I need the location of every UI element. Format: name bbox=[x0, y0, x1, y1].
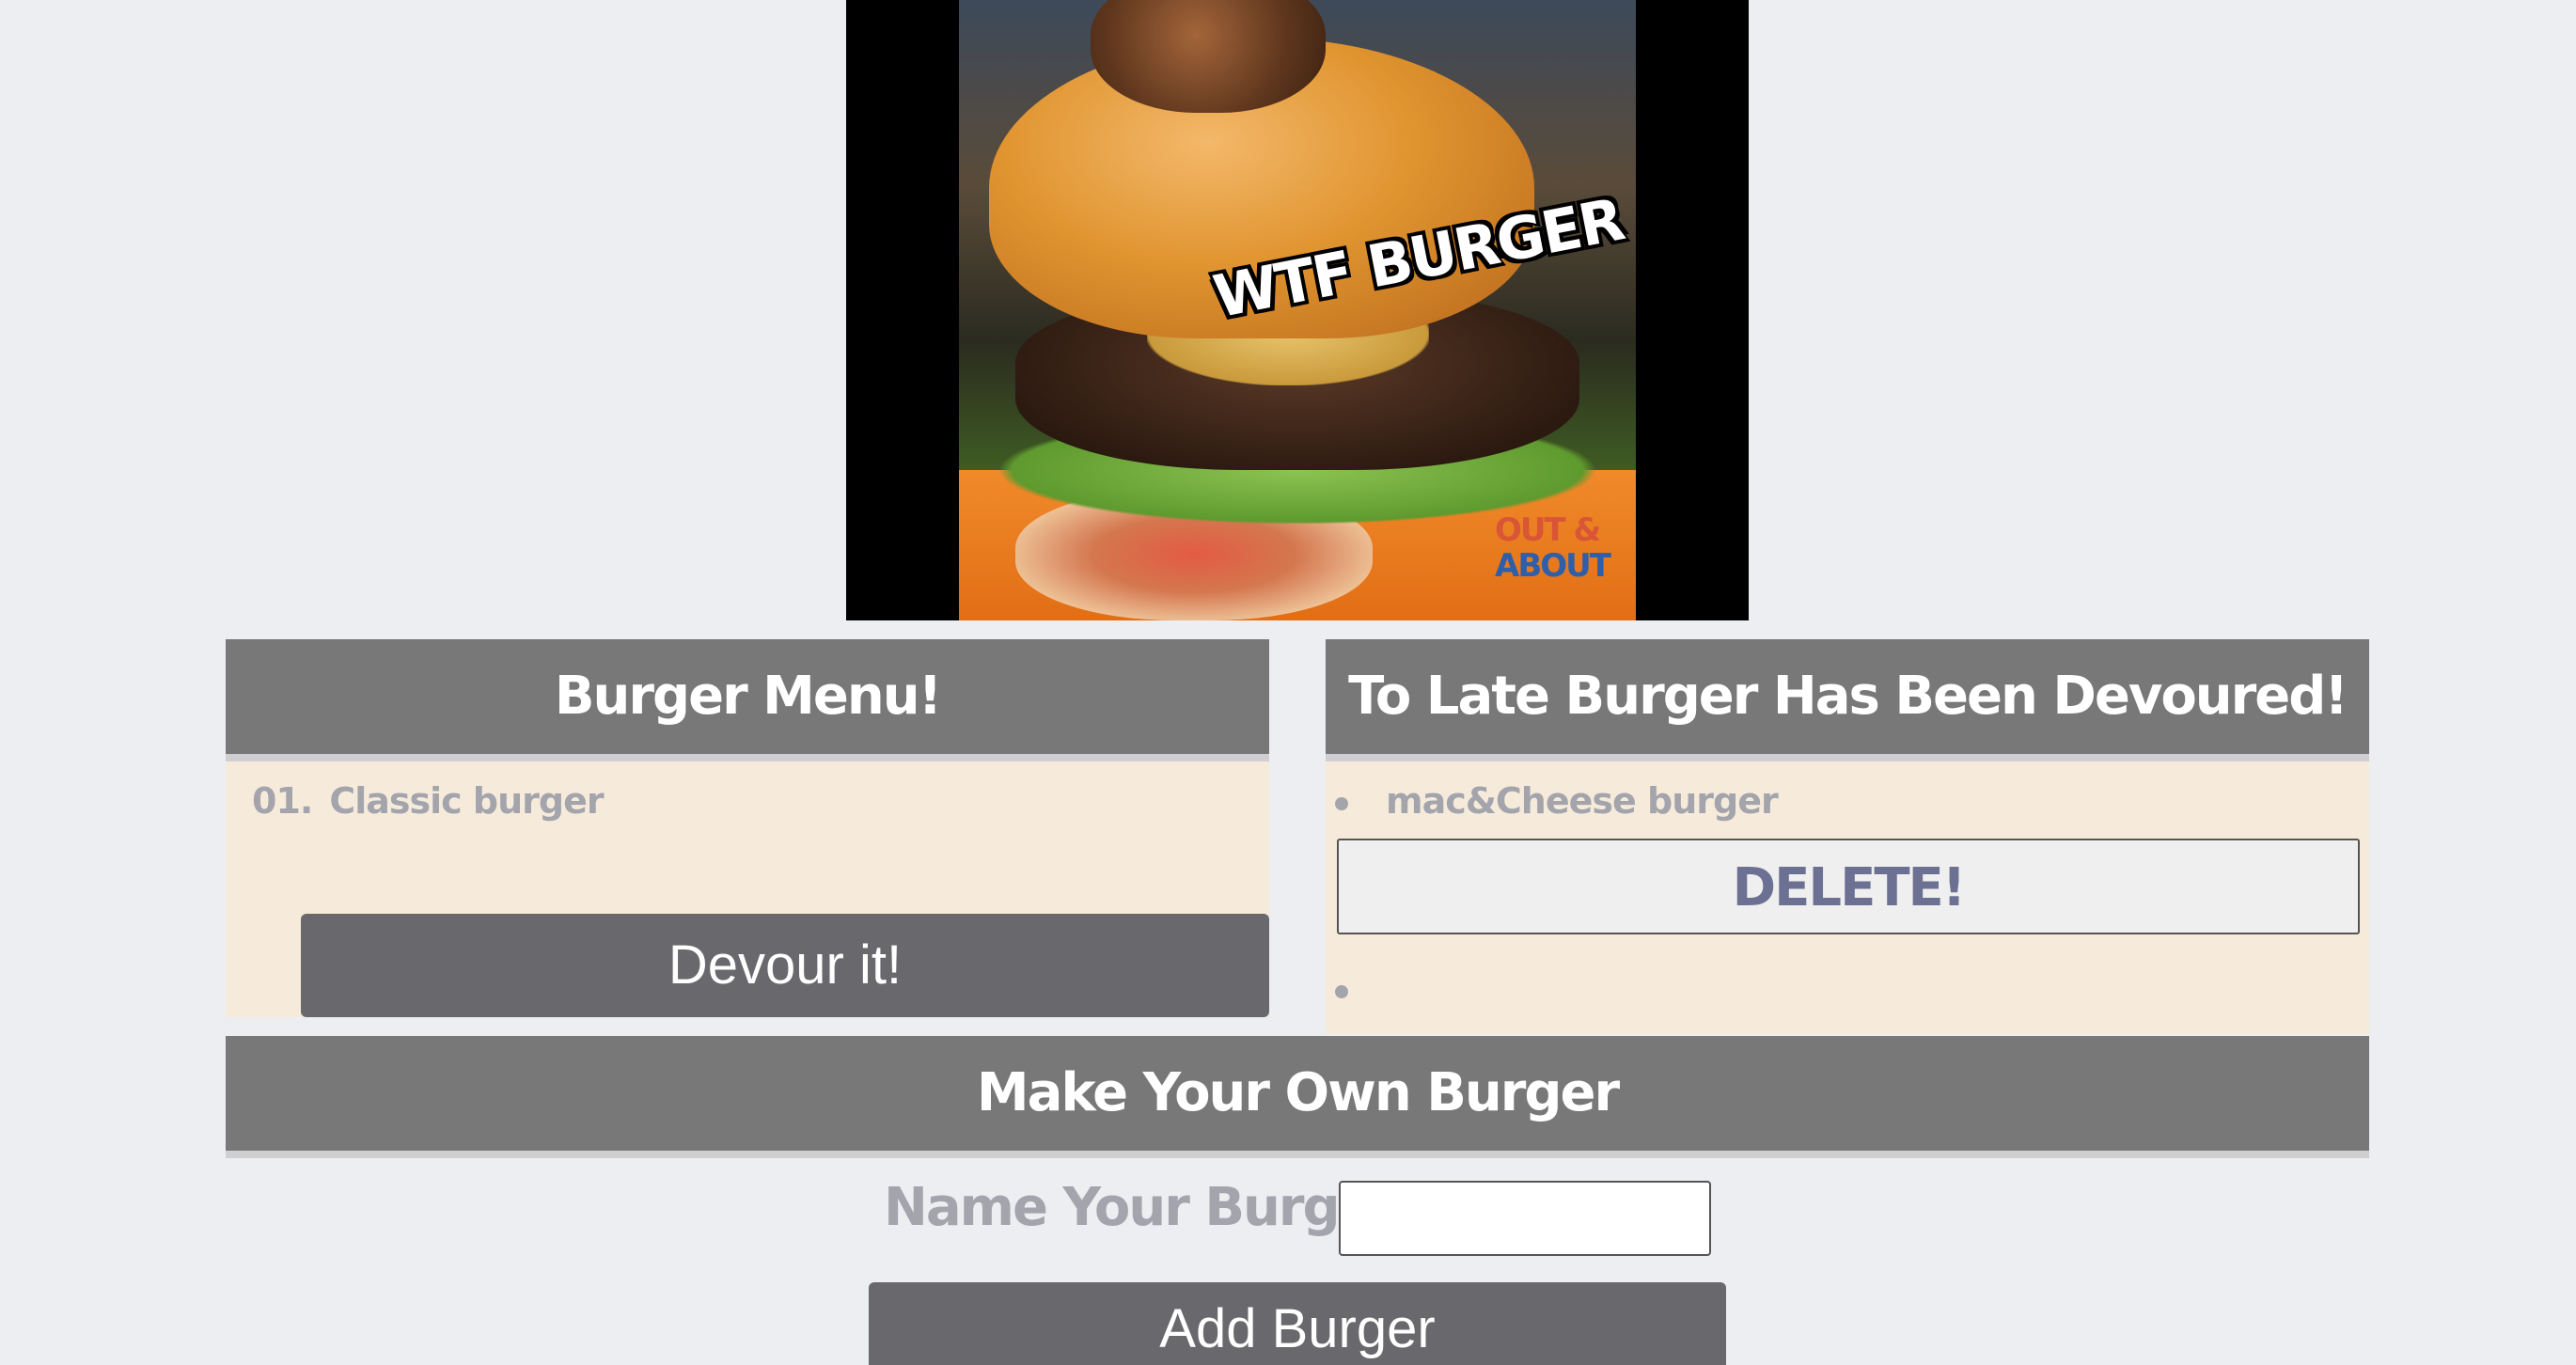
make-burger-heading: Make Your Own Burger bbox=[226, 1036, 2369, 1158]
burger-photo: WTF BURGER OUT & ABOUT bbox=[959, 0, 1636, 620]
bullet-icon bbox=[1335, 797, 1348, 810]
page: WTF BURGER OUT & ABOUT Burger Menu! 01. C… bbox=[0, 0, 2576, 1365]
burger-menu-heading: Burger Menu! bbox=[226, 639, 1269, 761]
burger-name-input[interactable] bbox=[1339, 1181, 1711, 1256]
devoured-item-name: mac&Cheese burger bbox=[1386, 780, 1779, 822]
devoured-heading: To Late Burger Has Been Devoured! bbox=[1326, 639, 2369, 761]
add-burger-button[interactable]: Add Burger bbox=[869, 1282, 1726, 1365]
burger-name-label: Name Your Burger: bbox=[884, 1177, 1418, 1238]
list-item-number: 01. bbox=[252, 780, 313, 822]
bullet-icon bbox=[1335, 985, 1348, 998]
devoured-panel: mac&Cheese burger DELETE! bbox=[1326, 761, 2369, 1034]
list-item: 01. Classic burger bbox=[252, 780, 605, 822]
burger-menu-panel: 01. Classic burger Devour it! bbox=[226, 761, 1269, 1017]
devour-button[interactable]: Devour it! bbox=[301, 914, 1269, 1017]
delete-button[interactable]: DELETE! bbox=[1337, 839, 2360, 934]
list-item-name: Classic burger bbox=[329, 780, 604, 822]
burger-hero-image: WTF BURGER OUT & ABOUT bbox=[846, 0, 1749, 620]
devoured-list: mac&Cheese burger DELETE! bbox=[1326, 761, 2369, 1034]
hero-watermark: OUT & ABOUT bbox=[1495, 511, 1611, 585]
